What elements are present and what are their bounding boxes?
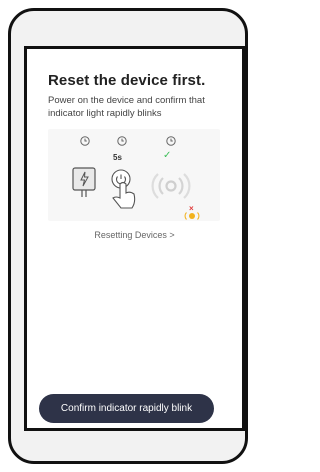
check-icon: ✓: [163, 150, 172, 161]
hand-press-button-icon: [111, 169, 136, 209]
reset-illustration: 5s ✓ ×: [48, 129, 220, 221]
power-plug-icon: [72, 167, 96, 197]
confirm-blink-button[interactable]: Confirm indicator rapidly blink: [39, 394, 214, 423]
blinking-light-icon: [151, 173, 191, 199]
duration-label: 5s: [113, 153, 122, 162]
indicator-light-icon: [184, 212, 200, 220]
page-description: Power on the device and confirm that ind…: [48, 95, 205, 119]
app-screen: Reset the device first. Power on the dev…: [24, 46, 245, 431]
clock-icon: [116, 135, 128, 147]
clock-icon: [79, 135, 91, 147]
clock-icon: [165, 135, 177, 147]
page-title: Reset the device first.: [48, 72, 206, 89]
resetting-devices-link[interactable]: Resetting Devices >: [27, 230, 242, 240]
